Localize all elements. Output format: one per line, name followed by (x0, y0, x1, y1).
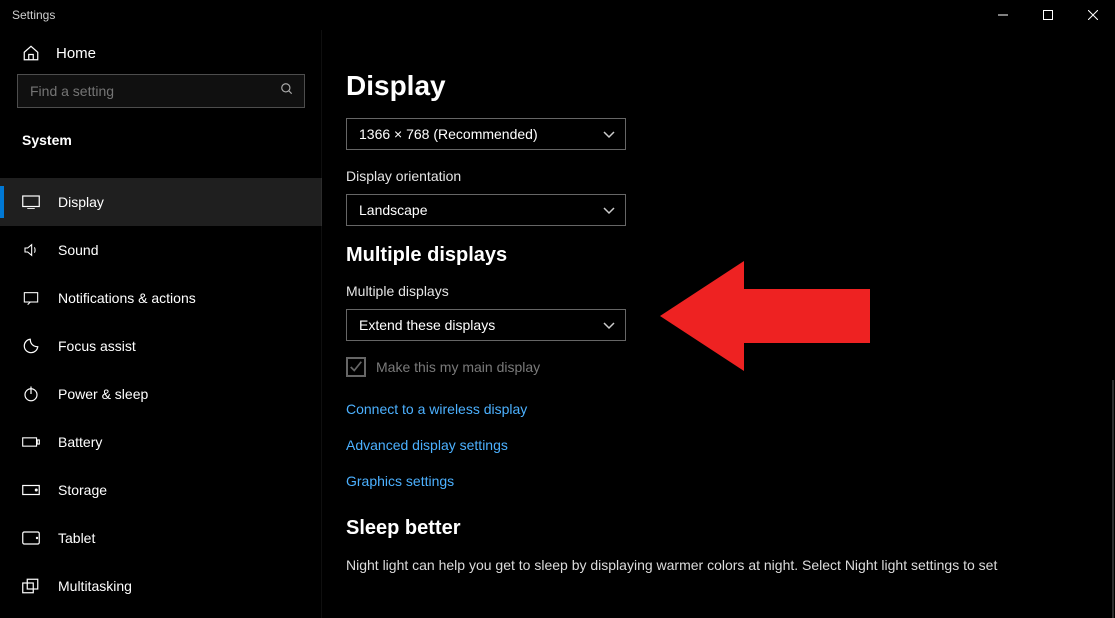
chevron-down-icon (603, 317, 615, 333)
main-display-checkbox-row: Make this my main display (346, 357, 1115, 377)
chevron-down-icon (603, 202, 615, 218)
display-icon (22, 195, 40, 209)
category-header: System (0, 126, 322, 164)
tablet-icon (22, 531, 40, 545)
resolution-dropdown[interactable]: 1366 × 768 (Recommended) (346, 118, 626, 150)
sidebar-item-label: Tablet (58, 530, 95, 546)
multiple-displays-dropdown[interactable]: Extend these displays (346, 309, 626, 341)
sidebar-item-battery[interactable]: Battery (0, 418, 322, 466)
search-icon (280, 82, 294, 101)
sidebar-item-label: Focus assist (58, 338, 136, 354)
sidebar-item-power-sleep[interactable]: Power & sleep (0, 370, 322, 418)
orientation-value: Landscape (359, 202, 428, 218)
nav-list: Display Sound Notifications & actions Fo… (0, 164, 322, 610)
close-button[interactable] (1070, 0, 1115, 30)
sleep-better-heading: Sleep better (346, 517, 1115, 540)
orientation-label: Display orientation (346, 168, 1115, 184)
sidebar-item-notifications[interactable]: Notifications & actions (0, 274, 322, 322)
sidebar-item-label: Notifications & actions (58, 290, 196, 306)
connect-wireless-link[interactable]: Connect to a wireless display (346, 401, 1115, 417)
chevron-down-icon (603, 126, 615, 142)
advanced-display-link[interactable]: Advanced display settings (346, 437, 1115, 453)
sidebar-item-multitasking[interactable]: Multitasking (0, 562, 322, 610)
resolution-value: 1366 × 768 (Recommended) (359, 126, 538, 142)
sidebar-item-label: Storage (58, 482, 107, 498)
page-title: Display (346, 70, 1115, 102)
sidebar-item-label: Display (58, 194, 104, 210)
window-title: Settings (12, 8, 55, 22)
search-input[interactable] (30, 83, 280, 99)
sidebar-item-label: Power & sleep (58, 386, 148, 402)
sidebar: Home System Display Sound (0, 30, 322, 618)
sidebar-item-tablet[interactable]: Tablet (0, 514, 322, 562)
battery-icon (22, 436, 40, 448)
sidebar-item-label: Sound (58, 242, 98, 258)
home-icon (22, 44, 40, 62)
sleep-better-text: Night light can help you get to sleep by… (346, 556, 1115, 576)
minimize-button[interactable] (980, 0, 1025, 30)
search-box[interactable] (17, 74, 305, 108)
graphics-settings-link[interactable]: Graphics settings (346, 473, 1115, 489)
sidebar-item-storage[interactable]: Storage (0, 466, 322, 514)
scrollbar[interactable] (1112, 380, 1114, 618)
sound-icon (22, 242, 40, 258)
multiple-displays-label: Multiple displays (346, 283, 1115, 299)
multiple-displays-value: Extend these displays (359, 317, 495, 333)
storage-icon (22, 484, 40, 496)
multitasking-icon (22, 578, 40, 594)
sidebar-item-label: Multitasking (58, 578, 132, 594)
content-area: Display 1366 × 768 (Recommended) Display… (322, 30, 1115, 618)
main-display-checkbox (346, 357, 366, 377)
sidebar-item-focus-assist[interactable]: Focus assist (0, 322, 322, 370)
main-display-checkbox-label: Make this my main display (376, 359, 540, 375)
multiple-displays-heading: Multiple displays (346, 244, 1115, 267)
sidebar-item-display[interactable]: Display (0, 178, 322, 226)
sidebar-item-sound[interactable]: Sound (0, 226, 322, 274)
title-bar: Settings (0, 0, 1115, 30)
home-nav[interactable]: Home (0, 30, 322, 74)
orientation-dropdown[interactable]: Landscape (346, 194, 626, 226)
sidebar-item-label: Battery (58, 434, 102, 450)
power-icon (22, 385, 40, 403)
focus-assist-icon (22, 337, 40, 355)
home-label: Home (56, 45, 96, 62)
window-controls (980, 0, 1115, 30)
maximize-button[interactable] (1025, 0, 1070, 30)
notifications-icon (22, 290, 40, 306)
